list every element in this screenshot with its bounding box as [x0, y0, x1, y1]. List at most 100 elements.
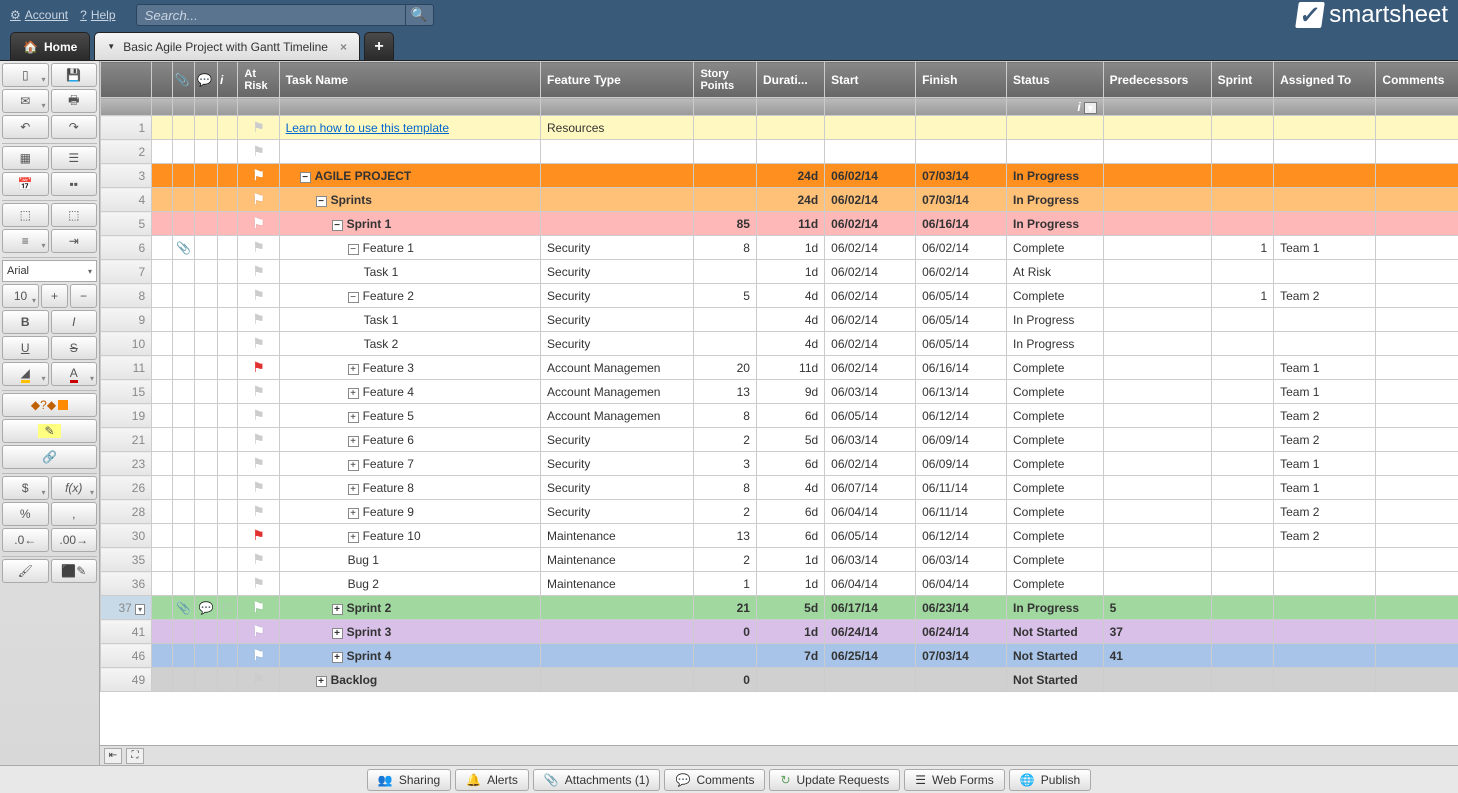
- predecessors-cell[interactable]: [1103, 284, 1211, 308]
- row-discussion-cell[interactable]: [195, 476, 218, 500]
- assignedto-cell[interactable]: Team 1: [1274, 236, 1376, 260]
- assignedto-cell[interactable]: Team 2: [1274, 284, 1376, 308]
- info-column[interactable]: i: [217, 62, 237, 98]
- row-discussion-cell[interactable]: [195, 572, 218, 596]
- row-attachment-cell[interactable]: [172, 260, 195, 284]
- row-attachment-cell[interactable]: [172, 380, 195, 404]
- flag-cell[interactable]: ⚑: [238, 332, 279, 356]
- row-discussion-cell[interactable]: [195, 308, 218, 332]
- duration-cell[interactable]: 1d: [756, 572, 824, 596]
- row-info-cell[interactable]: [217, 188, 237, 212]
- comments-button[interactable]: 💬Comments: [664, 769, 765, 791]
- sprint-cell[interactable]: [1211, 668, 1274, 692]
- row-info-cell[interactable]: [217, 116, 237, 140]
- row-expand-cell[interactable]: [152, 572, 172, 596]
- row-expand-cell[interactable]: [152, 524, 172, 548]
- row-discussion-cell[interactable]: [195, 404, 218, 428]
- expander-icon[interactable]: +: [348, 412, 359, 423]
- featuretype-cell[interactable]: [541, 620, 694, 644]
- underline-button[interactable]: U: [2, 336, 49, 360]
- row-attachment-cell[interactable]: [172, 644, 195, 668]
- fill-color-button[interactable]: ◢▾: [2, 362, 49, 386]
- row-discussion-cell[interactable]: [195, 116, 218, 140]
- expander-icon[interactable]: +: [348, 484, 359, 495]
- data-grid[interactable]: 📎 💬 i At Risk Task Name Feature Type Sto…: [100, 61, 1458, 692]
- row-expand-cell[interactable]: [152, 140, 172, 164]
- comments-cell[interactable]: [1376, 212, 1458, 236]
- help-link[interactable]: ? Help: [80, 8, 115, 22]
- table-row[interactable]: 4⚑−Sprints24d06/02/1407/03/14In Progress: [101, 188, 1458, 212]
- row-attachment-cell[interactable]: [172, 116, 195, 140]
- comments-cell[interactable]: [1376, 500, 1458, 524]
- storypoints-cell[interactable]: 2: [694, 548, 757, 572]
- status-cell[interactable]: Complete: [1007, 500, 1104, 524]
- status-cell[interactable]: Complete: [1007, 356, 1104, 380]
- table-row[interactable]: 6📎⚑−Feature 1Security81d06/02/1406/02/14…: [101, 236, 1458, 260]
- comments-cell[interactable]: [1376, 164, 1458, 188]
- row-number[interactable]: 10: [101, 332, 152, 356]
- finish-cell[interactable]: 06/05/14: [916, 308, 1007, 332]
- row-number[interactable]: 49: [101, 668, 152, 692]
- flag-cell[interactable]: ⚑: [238, 284, 279, 308]
- table-row[interactable]: 3⚑−AGILE PROJECT24d06/02/1407/03/14In Pr…: [101, 164, 1458, 188]
- table-row[interactable]: 30⚑+Feature 10Maintenance136d06/05/1406/…: [101, 524, 1458, 548]
- predecessors-cell[interactable]: [1103, 572, 1211, 596]
- predecessors-cell[interactable]: [1103, 212, 1211, 236]
- predecessors-cell[interactable]: [1103, 668, 1211, 692]
- featuretype-cell[interactable]: [541, 164, 694, 188]
- taskname-cell[interactable]: −Feature 2: [279, 284, 540, 308]
- table-row[interactable]: 46⚑+Sprint 47d06/25/1407/03/14Not Starte…: [101, 644, 1458, 668]
- status-cell[interactable]: Complete: [1007, 236, 1104, 260]
- duration-cell[interactable]: 7d: [756, 644, 824, 668]
- row-info-cell[interactable]: ⬚: [217, 596, 237, 620]
- comments-cell[interactable]: [1376, 668, 1458, 692]
- row-info-cell[interactable]: [217, 428, 237, 452]
- table-row[interactable]: 21⚑+Feature 6Security25d06/03/1406/09/14…: [101, 428, 1458, 452]
- row-expand-cell[interactable]: [152, 644, 172, 668]
- duration-cell[interactable]: 4d: [756, 332, 824, 356]
- row-discussion-cell[interactable]: [195, 644, 218, 668]
- sprint-cell[interactable]: [1211, 188, 1274, 212]
- template-help-link[interactable]: Learn how to use this template: [286, 121, 449, 135]
- finish-cell[interactable]: 07/03/14: [916, 644, 1007, 668]
- assignedto-cell[interactable]: Team 2: [1274, 500, 1376, 524]
- align-button[interactable]: ≡▾: [2, 229, 49, 253]
- sprint-cell[interactable]: [1211, 452, 1274, 476]
- taskname-cell[interactable]: +Sprint 4: [279, 644, 540, 668]
- status-cell[interactable]: Not Started: [1007, 644, 1104, 668]
- start-cell[interactable]: 06/05/14: [825, 524, 916, 548]
- comments-cell[interactable]: [1376, 380, 1458, 404]
- status-column[interactable]: Status: [1007, 62, 1104, 98]
- row-info-cell[interactable]: [217, 572, 237, 596]
- predecessors-cell[interactable]: [1103, 356, 1211, 380]
- expander-icon[interactable]: −: [332, 220, 343, 231]
- duration-cell[interactable]: 24d: [756, 164, 824, 188]
- expander-icon[interactable]: +: [348, 532, 359, 543]
- row-info-cell[interactable]: [217, 308, 237, 332]
- row-attachment-cell[interactable]: [172, 620, 195, 644]
- featuretype-cell[interactable]: Security: [541, 428, 694, 452]
- sprint-cell[interactable]: [1211, 524, 1274, 548]
- row-expand-cell[interactable]: [152, 476, 172, 500]
- start-cell[interactable]: 06/24/14: [825, 620, 916, 644]
- storypoints-cell[interactable]: [694, 260, 757, 284]
- assignedto-cell[interactable]: [1274, 212, 1376, 236]
- flag-cell[interactable]: ⚑: [238, 116, 279, 140]
- predecessors-cell[interactable]: [1103, 428, 1211, 452]
- assignedto-cell[interactable]: [1274, 308, 1376, 332]
- table-row[interactable]: 23⚑+Feature 7Security36d06/02/1406/09/14…: [101, 452, 1458, 476]
- indent-button[interactable]: ⇥: [51, 229, 98, 253]
- currency-button[interactable]: $▾: [2, 476, 49, 500]
- expander-icon[interactable]: +: [348, 388, 359, 399]
- comments-cell[interactable]: [1376, 452, 1458, 476]
- expander-icon[interactable]: +: [348, 364, 359, 375]
- storypoints-cell[interactable]: 13: [694, 380, 757, 404]
- table-row[interactable]: 7⚑Task 1Security1d06/02/1406/02/14At Ris…: [101, 260, 1458, 284]
- row-attachment-cell[interactable]: [172, 356, 195, 380]
- predecessors-cell[interactable]: [1103, 188, 1211, 212]
- row-number[interactable]: 3: [101, 164, 152, 188]
- finish-cell[interactable]: 07/03/14: [916, 188, 1007, 212]
- row-attachment-cell[interactable]: 📎: [172, 596, 195, 620]
- sprint-cell[interactable]: [1211, 212, 1274, 236]
- taskname-cell[interactable]: Bug 2: [279, 572, 540, 596]
